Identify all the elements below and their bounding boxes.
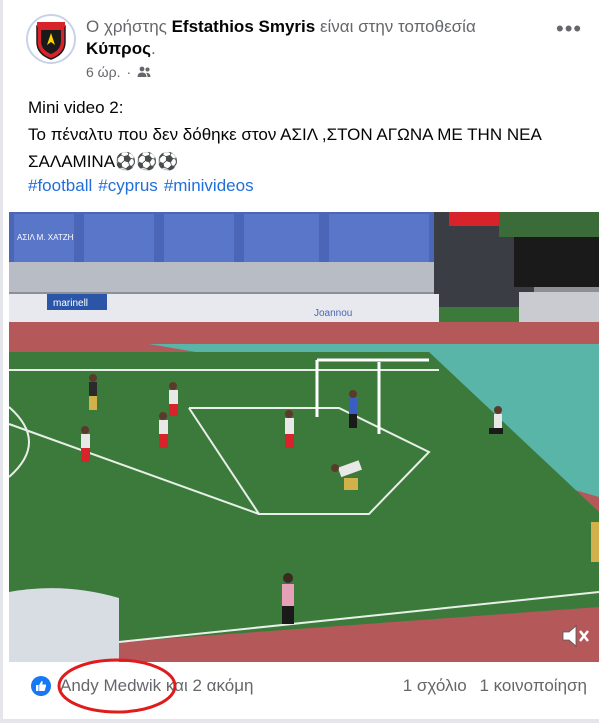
like-reaction-icon[interactable] (31, 676, 51, 696)
engagement-counts: 1 σχόλιο 1 κοινοποίηση (395, 676, 587, 696)
post-border-left (0, 0, 3, 723)
post-timestamp[interactable]: 6 ώρ. (86, 64, 120, 80)
post-text-line: Mini video 2: (28, 98, 124, 117)
post-border-bottom (0, 719, 599, 723)
thumbs-up-icon (36, 681, 47, 691)
dot-separator: · (126, 64, 132, 80)
club-crest-icon (29, 17, 73, 61)
header-suffix: . (150, 39, 156, 58)
friends-icon (137, 66, 151, 77)
post-text-line: ΣΑΛΑΜΙΝΑ⚽⚽⚽ (28, 152, 179, 171)
header-prefix: Ο χρήστης (86, 17, 167, 36)
hashtags: #football #cyprus #minivideos (28, 176, 254, 196)
location-link[interactable]: Κύπρος (86, 39, 151, 58)
board-left-text: marinell (53, 298, 88, 309)
team-bench (9, 588, 119, 662)
post-header: Ο χρήστης Efstathios Smyris είναι στην τ… (86, 16, 526, 60)
video-player[interactable]: marinell Joannou ΑΣΙΛ Μ. ΧΑΤΖΗ (9, 212, 599, 662)
video-frame: marinell Joannou ΑΣΙΛ Μ. ΧΑΤΖΗ (9, 212, 599, 662)
comments-count-link[interactable]: 1 σχόλιο (403, 676, 467, 695)
post-text-line: Το πέναλτυ που δεν δόθηκε στον ΑΣΙΛ ,ΣΤΟ… (28, 125, 542, 144)
scoreboard (514, 232, 599, 287)
board-right-text: Joannou (314, 308, 352, 319)
reactors-more: και 2 ακόμη (165, 676, 254, 695)
post-meta: 6 ώρ. · (86, 64, 151, 80)
post-footer: Andy Medwik και 2 ακόμη 1 σχόλιο 1 κοινο… (0, 668, 599, 708)
shares-count-link[interactable]: 1 κοινοποίηση (479, 676, 587, 695)
more-options-button[interactable]: ••• (556, 18, 582, 40)
post-text: Mini video 2: Το πέναλτυ που δεν δόθηκε … (28, 94, 588, 175)
header-middle: είναι στην τοποθεσία (319, 17, 476, 36)
hashtag-link[interactable]: #football (28, 176, 92, 196)
video-watermark: ΑΣΙΛ Μ. ΧΑΤΖΗ (17, 233, 74, 242)
reactions-summary[interactable]: Andy Medwik και 2 ακόμη (60, 676, 253, 696)
author-name-link[interactable]: Efstathios Smyris (172, 17, 316, 36)
hashtag-link[interactable]: #minivideos (164, 176, 254, 196)
hashtag-link[interactable]: #cyprus (98, 176, 158, 196)
author-avatar[interactable] (26, 14, 76, 64)
reactor-name: Andy Medwik (60, 676, 162, 695)
